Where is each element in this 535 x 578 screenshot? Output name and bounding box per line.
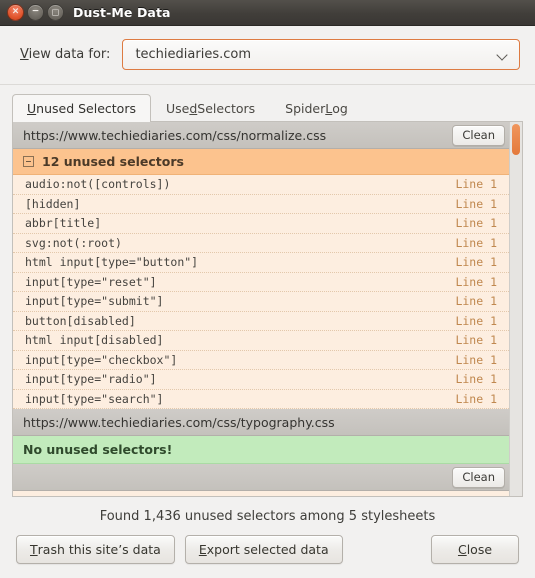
selector-line: Line 1 xyxy=(455,235,497,250)
no-unused-message: No unused selectors! xyxy=(23,442,173,457)
table-row[interactable]: html input[disabled] Line 1 xyxy=(13,331,509,351)
table-row[interactable]: input[type="submit"] Line 1 xyxy=(13,292,509,312)
export-rest: xport selected data xyxy=(206,542,329,557)
table-row[interactable]: button[disabled] Line 1 xyxy=(13,311,509,331)
table-row[interactable]: input[type="checkbox"] Line 1 xyxy=(13,350,509,370)
maximize-glyph: □ xyxy=(51,7,60,16)
minimize-glyph: − xyxy=(31,6,40,17)
chevron-down-icon xyxy=(497,49,509,61)
stylesheet-header-row[interactable]: https://www.techiediaries.com/css/normal… xyxy=(13,122,509,149)
close-accel: C xyxy=(457,542,467,557)
stylesheet-url: https://www.techiediaries.com/css/normal… xyxy=(23,127,327,143)
selector-name: [hidden] xyxy=(25,196,81,211)
selector-line: Line 1 xyxy=(455,313,497,328)
trash-rest: rash this site’s data xyxy=(37,542,161,557)
table-row[interactable]: input[type="reset"] Line 1 xyxy=(13,272,509,292)
trash-accel: T xyxy=(30,542,38,557)
unused-group-label: 12 unused selectors xyxy=(42,154,184,169)
tab-spider-log[interactable]: Spider Log xyxy=(270,94,363,121)
collapse-toggle-icon[interactable] xyxy=(23,156,34,167)
close-rest: lose xyxy=(466,542,493,557)
tab-spider-pre: Spider xyxy=(285,100,326,116)
close-glyph: × xyxy=(11,6,20,17)
footer-buttons: Trash this site’s data Export selected d… xyxy=(0,535,535,578)
selector-name: input[type="submit"] xyxy=(25,294,164,309)
close-window-icon[interactable]: × xyxy=(7,4,24,21)
tab-spider-rest: og xyxy=(332,100,348,116)
site-dropdown-value: techiediaries.com xyxy=(135,47,251,62)
export-accel: E xyxy=(198,542,207,557)
selector-name: input[type="radio"] xyxy=(25,372,157,387)
selector-line: Line 1 xyxy=(455,274,497,289)
selector-line: Line 1 xyxy=(455,372,497,387)
tab-used-rest: Selectors xyxy=(197,100,256,116)
selector-name: input[type="search"] xyxy=(25,391,164,406)
selector-line: Line 1 xyxy=(455,333,497,348)
site-dropdown[interactable]: techiediaries.com xyxy=(122,39,520,70)
selector-line: Line 1 xyxy=(455,294,497,309)
selector-line: Line 1 xyxy=(455,196,497,211)
status-text: Found 1,436 unused selectors among 5 sty… xyxy=(0,497,535,535)
tab-unused-selectors[interactable]: Unused Selectors xyxy=(12,94,151,122)
view-label-accel: V xyxy=(20,47,29,62)
table-row[interactable]: svg:not(:root) Line 1 xyxy=(13,233,509,253)
view-data-for-label: View data for: xyxy=(20,47,110,62)
tab-used-accel: d xyxy=(189,100,198,116)
titlebar: × − □ Dust-Me Data xyxy=(0,0,535,26)
selector-name: svg:not(:root) xyxy=(25,235,122,250)
tab-bar: Unused Selectors Use d Selectors Spider L… xyxy=(12,94,523,122)
stylesheet-url: https://www.techiediaries.com/css/typogr… xyxy=(23,414,335,430)
table-row[interactable]: input[type="search"] Line 1 xyxy=(13,389,509,409)
selector-line: Line 1 xyxy=(455,216,497,231)
close-dialog-button[interactable]: Close xyxy=(431,535,519,564)
selector-name: html input[disabled] xyxy=(25,333,164,348)
no-unused-banner: No unused selectors! xyxy=(13,436,509,464)
minimize-window-icon[interactable]: − xyxy=(27,4,44,21)
clean-button[interactable]: Clean xyxy=(452,466,505,488)
export-selected-data-button[interactable]: Export selected data xyxy=(184,535,343,564)
tab-spider-accel: L xyxy=(325,100,333,116)
trash-site-data-button[interactable]: Trash this site’s data xyxy=(16,535,175,564)
maximize-window-icon[interactable]: □ xyxy=(47,4,64,21)
clean-button[interactable]: Clean xyxy=(452,124,505,146)
table-row[interactable]: [hidden] Line 1 xyxy=(13,194,509,214)
selector-name: button[disabled] xyxy=(25,313,136,328)
table-row[interactable]: audio:not([controls]) Line 1 xyxy=(13,175,509,195)
scrollbar-thumb[interactable] xyxy=(512,124,520,155)
tab-used-pre: Use xyxy=(165,100,190,116)
tab-section: Unused Selectors Use d Selectors Spider L… xyxy=(0,85,535,497)
view-label-rest: iew data for: xyxy=(28,47,111,62)
selector-line: Line 1 xyxy=(455,391,497,406)
table-row[interactable]: html input[type="button"] Line 1 xyxy=(13,253,509,273)
selector-name: abbr[title] xyxy=(25,216,102,231)
tab-unused-rest: nused Selectors xyxy=(36,101,136,116)
dust-me-data-window: × − □ Dust-Me Data View data for: techie… xyxy=(0,0,535,578)
stylesheet-header-row[interactable]: Clean xyxy=(13,464,509,491)
selector-line: Line 1 xyxy=(455,352,497,367)
tab-unused-accel: U xyxy=(27,101,37,116)
table-row[interactable]: input[type="radio"] Line 1 xyxy=(13,370,509,390)
stylesheet-list: https://www.techiediaries.com/css/normal… xyxy=(13,122,509,496)
selector-line: Line 1 xyxy=(455,255,497,270)
vertical-scrollbar[interactable] xyxy=(509,122,522,496)
window-title: Dust-Me Data xyxy=(73,5,171,20)
site-selector-bar: View data for: techiediaries.com xyxy=(0,26,535,85)
selector-name: input[type="checkbox"] xyxy=(25,352,178,367)
table-row[interactable]: abbr[title] Line 1 xyxy=(13,214,509,234)
selector-name: html input[type="button"] xyxy=(25,255,199,270)
selector-name: audio:not([controls]) xyxy=(25,177,171,192)
selector-line: Line 1 xyxy=(455,177,497,192)
tab-used-selectors[interactable]: Use d Selectors xyxy=(151,94,270,121)
stylesheet-header-row[interactable]: https://www.techiediaries.com/css/typogr… xyxy=(13,409,509,436)
selector-name: input[type="reset"] xyxy=(25,274,157,289)
unused-group-header[interactable]: 12 unused selectors xyxy=(13,149,509,175)
window-controls: × − □ xyxy=(7,4,64,21)
results-pane: https://www.techiediaries.com/css/normal… xyxy=(12,122,523,497)
